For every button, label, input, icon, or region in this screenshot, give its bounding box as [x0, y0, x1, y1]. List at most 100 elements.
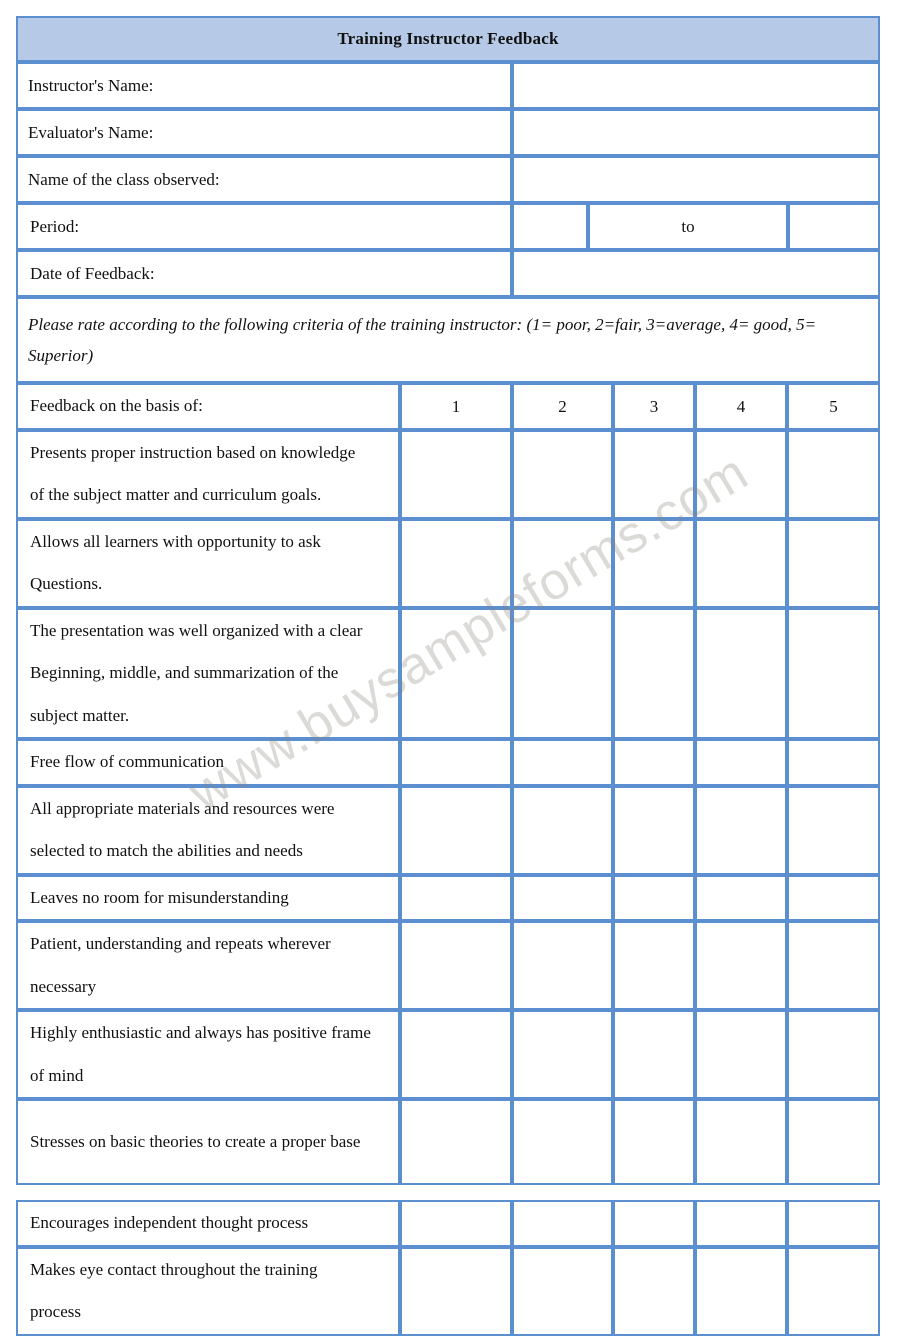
table-row: Free flow of communication	[16, 739, 880, 786]
criterion-line: Stresses on basic theories to create a p…	[30, 1131, 361, 1151]
rating-cell-4[interactable]	[695, 607, 787, 739]
rating-cell-3[interactable]	[613, 518, 695, 608]
rating-cell-2[interactable]	[512, 785, 613, 875]
criterion-label: Presents proper instruction based on kno…	[16, 429, 400, 519]
page-title: Training Instructor Feedback	[16, 16, 881, 62]
rating-cell-3[interactable]	[613, 1099, 695, 1185]
table-row: Encourages independent thought process	[16, 1200, 880, 1247]
rating-cell-4[interactable]	[695, 1246, 787, 1336]
criterion-line: All appropriate materials and resources …	[30, 798, 335, 818]
rating-cell-4[interactable]	[695, 874, 787, 921]
rating-cell-5[interactable]	[787, 921, 880, 1010]
rating-cell-3[interactable]	[613, 739, 695, 786]
rating-cell-4[interactable]	[695, 518, 787, 608]
criterion-label: Highly enthusiastic and always has posit…	[16, 1010, 400, 1099]
criterion-line: process	[30, 1302, 81, 1321]
table-row: Patient, understanding and repeats where…	[16, 921, 880, 1010]
rating-cell-4[interactable]	[695, 785, 787, 875]
criterion-label: Allows all learners with opportunity to …	[16, 518, 400, 608]
rating-cell-2[interactable]	[512, 607, 613, 739]
rating-cell-5[interactable]	[787, 607, 880, 739]
criterion-label: All appropriate materials and resources …	[16, 785, 400, 875]
rating-cell-2[interactable]	[512, 739, 613, 786]
instructor-name-label: Instructor's Name:	[16, 62, 512, 109]
rating-cell-5[interactable]	[787, 1099, 880, 1185]
rating-instruction-text: Please rate according to the following c…	[16, 297, 881, 383]
rating-cell-1[interactable]	[400, 607, 512, 739]
criterion-line: Allows all learners with opportunity to …	[30, 531, 321, 551]
rating-cell-2[interactable]	[512, 874, 613, 921]
rating-cell-5[interactable]	[787, 1246, 880, 1336]
instruction-row: Please rate according to the following c…	[16, 297, 881, 383]
rating-cell-3[interactable]	[613, 607, 695, 739]
rating-cell-2[interactable]	[512, 921, 613, 1010]
date-of-feedback-label: Date of Feedback:	[16, 250, 512, 297]
date-of-feedback-row: Date of Feedback:	[16, 250, 881, 297]
period-separator-label: to	[588, 203, 788, 250]
scale-header-1: 1	[400, 383, 512, 430]
period-start-field[interactable]	[512, 203, 588, 250]
rating-cell-1[interactable]	[400, 518, 512, 608]
rating-cell-2[interactable]	[512, 1010, 613, 1099]
criterion-line: Encourages independent thought process	[30, 1213, 309, 1232]
page-break-gap	[16, 1185, 880, 1200]
rating-cell-1[interactable]	[400, 1099, 512, 1185]
class-observed-field[interactable]	[512, 156, 881, 203]
rating-cell-3[interactable]	[613, 1010, 695, 1099]
table-row: Leaves no room for misunderstanding	[16, 874, 880, 921]
rating-cell-3[interactable]	[613, 874, 695, 921]
rating-cell-4[interactable]	[695, 921, 787, 1010]
rating-cell-3[interactable]	[613, 1200, 695, 1247]
rating-cell-4[interactable]	[695, 429, 787, 519]
class-observed-label: Name of the class observed:	[16, 156, 512, 203]
rating-cell-4[interactable]	[695, 1010, 787, 1099]
rating-cell-5[interactable]	[787, 1200, 880, 1247]
criterion-line: Highly enthusiastic and always has posit…	[30, 1023, 371, 1042]
period-end-field[interactable]	[788, 203, 881, 250]
rating-cell-4[interactable]	[695, 739, 787, 786]
rating-cell-1[interactable]	[400, 1010, 512, 1099]
evaluator-name-field[interactable]	[512, 109, 881, 156]
criterion-label: Patient, understanding and repeats where…	[16, 921, 400, 1010]
rating-cell-4[interactable]	[695, 1200, 787, 1247]
form-page: www.buysampleforms.com Training Instruct…	[0, 0, 900, 1336]
criterion-line: Free flow of communication	[30, 752, 225, 771]
rating-cell-2[interactable]	[512, 1246, 613, 1336]
rating-cell-5[interactable]	[787, 785, 880, 875]
criterion-line: The presentation was well organized with…	[30, 620, 363, 640]
rating-cell-3[interactable]	[613, 785, 695, 875]
rating-cell-5[interactable]	[787, 739, 880, 786]
criterion-line: Beginning, middle, and summarization of …	[30, 663, 339, 682]
evaluator-name-row: Evaluator's Name:	[16, 109, 881, 156]
rating-cell-1[interactable]	[400, 1246, 512, 1336]
rating-cell-2[interactable]	[512, 1200, 613, 1247]
rating-cell-1[interactable]	[400, 1200, 512, 1247]
instructor-name-field[interactable]	[512, 62, 881, 109]
rating-cell-4[interactable]	[695, 1099, 787, 1185]
rating-cell-2[interactable]	[512, 429, 613, 519]
rating-cell-1[interactable]	[400, 921, 512, 1010]
criterion-line: subject matter.	[30, 705, 130, 725]
date-of-feedback-field[interactable]	[512, 250, 881, 297]
rating-cell-1[interactable]	[400, 874, 512, 921]
rating-cell-2[interactable]	[512, 518, 613, 608]
rating-cell-1[interactable]	[400, 739, 512, 786]
rating-cell-5[interactable]	[787, 1010, 880, 1099]
rating-cell-5[interactable]	[787, 518, 880, 608]
scale-header-4: 4	[695, 383, 787, 430]
table-row: The presentation was well organized with…	[16, 607, 880, 739]
rating-cell-5[interactable]	[787, 874, 880, 921]
rating-cell-2[interactable]	[512, 1099, 613, 1185]
rating-cell-1[interactable]	[400, 785, 512, 875]
scale-header-2: 2	[512, 383, 613, 430]
rating-cell-3[interactable]	[613, 429, 695, 519]
rating-cell-5[interactable]	[787, 429, 880, 519]
rating-cell-3[interactable]	[613, 1246, 695, 1336]
class-observed-row: Name of the class observed:	[16, 156, 881, 203]
rating-cell-3[interactable]	[613, 921, 695, 1010]
criterion-line: Makes eye contact throughout the trainin…	[30, 1259, 318, 1279]
table-row: All appropriate materials and resources …	[16, 785, 880, 875]
criterion-line: Patient, understanding and repeats where…	[30, 934, 331, 953]
header-info-table: Training Instructor Feedback Instructor'…	[16, 16, 881, 383]
rating-cell-1[interactable]	[400, 429, 512, 519]
